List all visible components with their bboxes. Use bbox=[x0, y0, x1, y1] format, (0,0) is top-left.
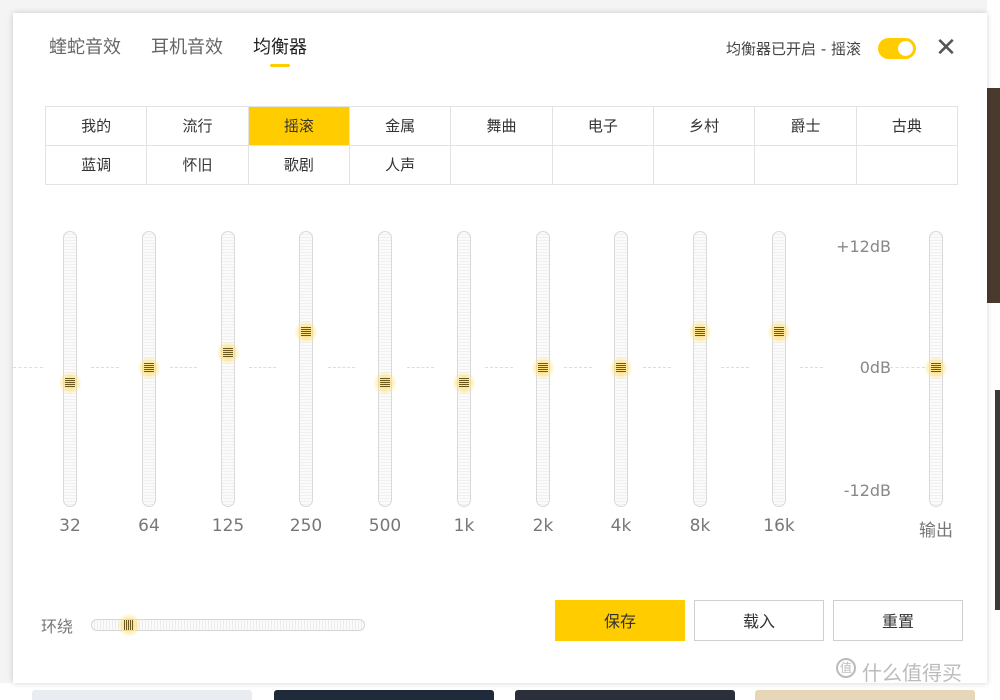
band-2k-slider-handle[interactable] bbox=[531, 356, 555, 380]
equalizer-status-text: 均衡器已开启 - 摇滚 bbox=[726, 40, 861, 58]
preset-item[interactable]: 舞曲 bbox=[451, 107, 553, 146]
band-64-label: 64 bbox=[138, 516, 160, 536]
preset-item[interactable]: 流行 bbox=[147, 107, 249, 146]
watermark-text: 什么值得买 bbox=[862, 661, 962, 685]
band-125-slider[interactable] bbox=[216, 231, 240, 507]
tab-viper-effects[interactable]: 蝰蛇音效 bbox=[49, 33, 121, 67]
band-1k-slider[interactable] bbox=[452, 231, 476, 507]
tab-equalizer[interactable]: 均衡器 bbox=[253, 33, 307, 67]
band-125-slider-handle[interactable] bbox=[216, 340, 240, 365]
preset-item[interactable]: 怀旧 bbox=[147, 146, 249, 185]
preset-item[interactable]: 电子 bbox=[552, 107, 654, 146]
surround-slider-handle[interactable] bbox=[117, 613, 142, 637]
band-1k-label: 1k bbox=[453, 516, 475, 536]
preset-item[interactable]: 古典 bbox=[856, 107, 958, 146]
zero-db-guide-line bbox=[407, 367, 434, 369]
preset-empty-cell bbox=[856, 146, 958, 185]
band-500-slider-track bbox=[378, 231, 392, 507]
db-label-mid: 0dB bbox=[859, 358, 891, 377]
zero-db-guide-line bbox=[643, 367, 671, 369]
band-125-slider-track bbox=[221, 231, 235, 507]
zero-db-guide-line bbox=[485, 367, 513, 369]
band-16k-slider[interactable] bbox=[767, 231, 791, 507]
background-tile bbox=[274, 690, 494, 700]
preset-grid: 我的 流行 摇滚 金属 舞曲 电子 乡村 爵士 古典蓝调 怀旧 歌剧 人声 bbox=[45, 106, 958, 185]
band-4k-label: 4k bbox=[610, 516, 632, 536]
zero-db-guide-line bbox=[91, 367, 119, 369]
band-16k-label: 16k bbox=[763, 516, 795, 536]
surround-slider[interactable] bbox=[91, 613, 365, 637]
background-image bbox=[987, 88, 1000, 303]
output-label: 输出 bbox=[919, 521, 953, 541]
preset-item[interactable]: 我的 bbox=[46, 107, 148, 146]
band-8k-slider[interactable] bbox=[688, 231, 712, 507]
background-tile bbox=[32, 690, 252, 700]
band-250-label: 250 bbox=[289, 516, 323, 536]
toggle-knob bbox=[898, 41, 913, 56]
band-250-slider-handle[interactable] bbox=[294, 320, 318, 345]
tab-bar: 蝰蛇音效 耳机音效 均衡器 bbox=[49, 33, 307, 67]
band-64-slider-handle[interactable] bbox=[137, 356, 161, 380]
band-250-slider-track bbox=[299, 231, 313, 507]
reset-button[interactable]: 重置 bbox=[833, 600, 963, 641]
band-500-slider-handle[interactable] bbox=[373, 371, 397, 396]
watermark-logo-icon: 值 bbox=[836, 658, 856, 678]
equalizer-toggle[interactable] bbox=[878, 38, 916, 59]
preset-item[interactable]: 人声 bbox=[350, 146, 452, 185]
preset-item[interactable]: 歌剧 bbox=[248, 146, 350, 185]
band-32-slider-handle[interactable] bbox=[58, 371, 82, 396]
band-32-slider-track bbox=[63, 231, 77, 507]
band-32-label: 32 bbox=[59, 516, 81, 536]
band-125-label: 125 bbox=[211, 516, 245, 536]
preset-empty-cell bbox=[552, 146, 654, 185]
preset-empty-cell bbox=[654, 146, 756, 185]
band-250-slider[interactable] bbox=[294, 231, 318, 507]
preset-item[interactable]: 蓝调 bbox=[46, 146, 148, 185]
zero-db-guide-line bbox=[328, 367, 355, 369]
band-4k-slider-handle[interactable] bbox=[609, 356, 633, 380]
band-16k-slider-track bbox=[772, 231, 786, 507]
band-8k-slider-track bbox=[693, 231, 707, 507]
band-4k-slider[interactable] bbox=[609, 231, 633, 507]
preset-item[interactable]: 摇滚 bbox=[248, 107, 350, 146]
zero-db-guide-line bbox=[885, 367, 925, 369]
background-tile bbox=[515, 690, 735, 700]
zero-db-guide-line bbox=[13, 367, 43, 369]
band-16k-slider-handle[interactable] bbox=[767, 320, 791, 345]
surround-label: 环绕 bbox=[41, 617, 74, 636]
preset-empty-cell bbox=[451, 146, 553, 185]
band-8k-slider-handle[interactable] bbox=[688, 320, 712, 345]
background-tile bbox=[755, 690, 975, 700]
zero-db-guide-line bbox=[721, 367, 749, 369]
preset-item[interactable]: 金属 bbox=[350, 107, 452, 146]
close-icon[interactable]: ✕ bbox=[933, 35, 959, 61]
tab-headphone-effects[interactable]: 耳机音效 bbox=[151, 33, 223, 67]
db-label-bottom: -12dB bbox=[843, 481, 891, 500]
band-2k-label: 2k bbox=[532, 516, 554, 536]
band-2k-slider[interactable] bbox=[531, 231, 555, 507]
equalizer-dialog: 蝰蛇音效 耳机音效 均衡器 均衡器已开启 - 摇滚 ✕ 我的 流行 摇滚 金属 舞曲 电子… bbox=[13, 13, 987, 683]
zero-db-guide-line bbox=[249, 367, 276, 369]
preset-item[interactable]: 爵士 bbox=[755, 107, 857, 146]
load-button[interactable]: 载入 bbox=[694, 600, 824, 641]
band-500-slider[interactable] bbox=[373, 231, 397, 507]
zero-db-guide-line bbox=[564, 367, 592, 369]
output-slider[interactable] bbox=[924, 231, 948, 507]
db-label-top: +12dB bbox=[836, 237, 891, 256]
band-500-label: 500 bbox=[368, 516, 402, 536]
band-8k-label: 8k bbox=[689, 516, 711, 536]
save-button[interactable]: 保存 bbox=[555, 600, 685, 641]
band-1k-slider-track bbox=[457, 231, 471, 507]
band-64-slider[interactable] bbox=[137, 231, 161, 507]
preset-empty-cell bbox=[755, 146, 857, 185]
background-image bbox=[995, 390, 1000, 610]
band-1k-slider-handle[interactable] bbox=[452, 371, 476, 396]
output-slider-handle[interactable] bbox=[924, 356, 948, 380]
zero-db-guide-line bbox=[170, 367, 197, 369]
band-32-slider[interactable] bbox=[58, 231, 82, 507]
preset-item[interactable]: 乡村 bbox=[654, 107, 756, 146]
